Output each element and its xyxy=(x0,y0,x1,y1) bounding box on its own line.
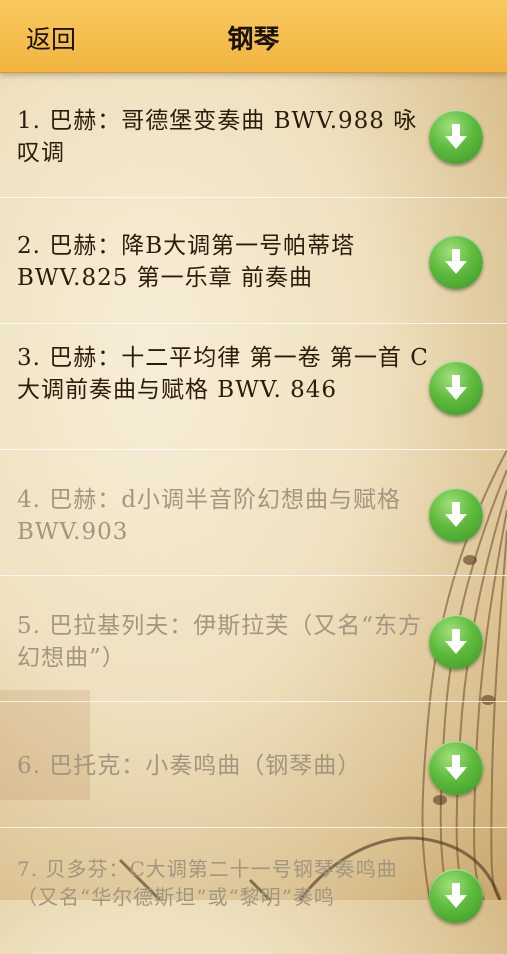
item-title: 2. 巴赫：降B大调第一号帕蒂塔 BWV.825 第一乐章 前奏曲 xyxy=(17,233,356,291)
download-button[interactable] xyxy=(429,741,483,795)
item-title: 4. 巴赫：d小调半音阶幻想曲与赋格 BWV.903 xyxy=(17,487,401,545)
item-title: 5. 巴拉基列夫：伊斯拉芙（又名“东方幻想曲”） xyxy=(17,613,423,671)
item-title: 3. 巴赫：十二平均律 第一卷 第一首 C大调前奏曲与赋格 BWV. 846 xyxy=(17,345,429,403)
list-item[interactable]: 1. 巴赫：哥德堡变奏曲 BWV.988 咏叹调 xyxy=(0,72,507,198)
arrow-down-icon xyxy=(445,375,467,400)
list-item[interactable]: 5. 巴拉基列夫：伊斯拉芙（又名“东方幻想曲”） xyxy=(0,576,507,702)
list-item[interactable]: 4. 巴赫：d小调半音阶幻想曲与赋格 BWV.903 xyxy=(0,450,507,576)
piece-list: 1. 巴赫：哥德堡变奏曲 BWV.988 咏叹调 2. 巴赫：降B大调第一号帕蒂… xyxy=(0,72,507,954)
page-title: 钢琴 xyxy=(227,25,280,55)
arrow-down-icon xyxy=(445,755,467,780)
download-button[interactable] xyxy=(429,361,483,415)
arrow-down-icon xyxy=(445,124,467,149)
download-button[interactable] xyxy=(429,869,483,923)
arrow-down-icon xyxy=(445,883,467,908)
download-button[interactable] xyxy=(429,235,483,289)
arrow-down-icon xyxy=(445,249,467,274)
download-button[interactable] xyxy=(429,110,483,164)
item-title: 1. 巴赫：哥德堡变奏曲 BWV.988 咏叹调 xyxy=(17,108,418,166)
arrow-down-icon xyxy=(445,629,467,654)
arrow-down-icon xyxy=(445,502,467,527)
download-button[interactable] xyxy=(429,488,483,542)
download-button[interactable] xyxy=(429,615,483,669)
nav-bar: 返回 钢琴 xyxy=(0,0,507,73)
item-title: 7. 贝多芬：C大调第二十一号钢琴奏鸣曲（又名“华尔德斯坦”或“黎明”奏鸣 xyxy=(17,857,398,909)
item-title: 6. 巴托克：小奏鸣曲（钢琴曲） xyxy=(17,753,362,779)
list-item[interactable]: 6. 巴托克：小奏鸣曲（钢琴曲） xyxy=(0,702,507,828)
list-item[interactable]: 7. 贝多芬：C大调第二十一号钢琴奏鸣曲（又名“华尔德斯坦”或“黎明”奏鸣 xyxy=(0,828,507,954)
list-item[interactable]: 2. 巴赫：降B大调第一号帕蒂塔 BWV.825 第一乐章 前奏曲 xyxy=(0,198,507,324)
list-item[interactable]: 3. 巴赫：十二平均律 第一卷 第一首 C大调前奏曲与赋格 BWV. 846 xyxy=(0,324,507,450)
